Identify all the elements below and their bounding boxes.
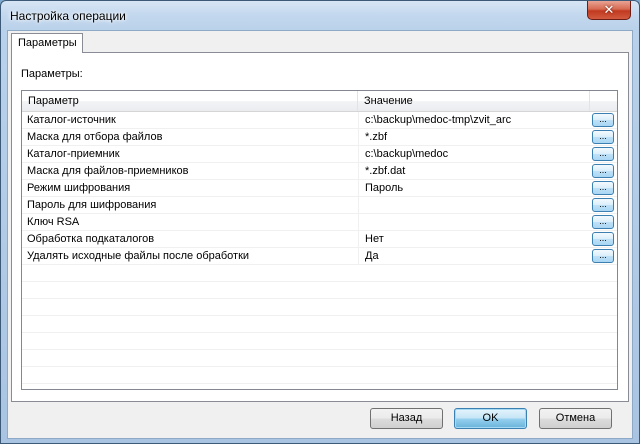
tab-panel: Параметры: Параметр Значение Каталог-ист…	[11, 52, 629, 402]
row-name: Каталог-приемник	[27, 148, 120, 160]
table-row[interactable]: Пароль для шифрования ...	[22, 197, 617, 214]
row-button-cell: ...	[590, 146, 617, 162]
row-value[interactable]: Да	[358, 248, 590, 264]
row-name: Маска для файлов-приемников	[27, 165, 189, 177]
empty-row	[22, 350, 617, 367]
row-button-cell: ...	[590, 231, 617, 247]
ellipsis-button[interactable]: ...	[592, 113, 614, 127]
grid-header: Параметр Значение	[22, 91, 617, 112]
tab-label: Параметры	[18, 37, 77, 49]
back-button[interactable]: Назад	[370, 408, 443, 429]
row-name: Каталог-источник	[27, 114, 116, 126]
column-header-button	[590, 91, 617, 111]
row-button-cell: ...	[590, 112, 617, 128]
row-button-cell: ...	[590, 214, 617, 230]
grid-rows: Каталог-источник c:\backup\medoc-tmp\zvi…	[22, 112, 617, 384]
row-value[interactable]: Нет	[358, 231, 590, 247]
ok-button[interactable]: OK	[454, 408, 527, 429]
dialog-window: Настройка операции ✕ Параметры Параметры…	[0, 0, 640, 444]
tab-parameters[interactable]: Параметры	[11, 33, 83, 53]
table-row[interactable]: Режим шифрования Пароль ...	[22, 180, 617, 197]
close-button[interactable]: ✕	[587, 1, 631, 20]
cancel-button[interactable]: Отмена	[539, 408, 612, 429]
ellipsis-button[interactable]: ...	[592, 232, 614, 246]
ellipsis-button[interactable]: ...	[592, 198, 614, 212]
empty-row	[22, 299, 617, 316]
table-row[interactable]: Маска для отбора файлов *.zbf ...	[22, 129, 617, 146]
row-name: Удалять исходные файлы после обработки	[27, 250, 250, 262]
row-button-cell: ...	[590, 197, 617, 213]
title-bar[interactable]: Настройка операции ✕	[1, 1, 639, 31]
ellipsis-button[interactable]: ...	[592, 249, 614, 263]
row-name: Пароль для шифрования	[27, 199, 157, 211]
parameters-grid: Параметр Значение Каталог-источник c:\ba…	[21, 90, 618, 390]
column-header-parameter[interactable]: Параметр	[22, 91, 358, 111]
row-value[interactable]: *.zbf.dat	[358, 163, 590, 179]
row-name: Обработка подкаталогов	[27, 233, 155, 245]
row-name: Режим шифрования	[27, 182, 131, 194]
row-name: Ключ RSA	[27, 216, 80, 228]
table-row[interactable]: Обработка подкаталогов Нет ...	[22, 231, 617, 248]
empty-row	[22, 367, 617, 384]
row-button-cell: ...	[590, 248, 617, 264]
row-value[interactable]: *.zbf	[358, 129, 590, 145]
table-row[interactable]: Ключ RSA ...	[22, 214, 617, 231]
close-icon: ✕	[603, 2, 615, 17]
column-header-value[interactable]: Значение	[358, 91, 590, 111]
empty-row	[22, 265, 617, 282]
empty-row	[22, 282, 617, 299]
ellipsis-button[interactable]: ...	[592, 164, 614, 178]
row-button-cell: ...	[590, 180, 617, 196]
row-value[interactable]: Пароль	[358, 180, 590, 196]
row-name: Маска для отбора файлов	[27, 131, 163, 143]
dialog-client-area: Параметры Параметры: Параметр Значение К…	[7, 30, 633, 439]
ellipsis-button[interactable]: ...	[592, 181, 614, 195]
empty-row	[22, 316, 617, 333]
ellipsis-button[interactable]: ...	[592, 130, 614, 144]
window-title: Настройка операции	[10, 9, 126, 23]
row-value[interactable]: c:\backup\medoc-tmp\zvit_arc	[358, 112, 590, 128]
table-row[interactable]: Каталог-приемник c:\backup\medoc ...	[22, 146, 617, 163]
row-value[interactable]: c:\backup\medoc	[358, 146, 590, 162]
table-row[interactable]: Маска для файлов-приемников *.zbf.dat ..…	[22, 163, 617, 180]
row-value[interactable]	[358, 197, 590, 213]
table-row[interactable]: Каталог-источник c:\backup\medoc-tmp\zvi…	[22, 112, 617, 129]
row-value[interactable]	[358, 214, 590, 230]
row-button-cell: ...	[590, 129, 617, 145]
empty-row	[22, 333, 617, 350]
panel-caption: Параметры:	[21, 68, 83, 80]
ellipsis-button[interactable]: ...	[592, 215, 614, 229]
row-button-cell: ...	[590, 163, 617, 179]
ellipsis-button[interactable]: ...	[592, 147, 614, 161]
table-row[interactable]: Удалять исходные файлы после обработки Д…	[22, 248, 617, 265]
